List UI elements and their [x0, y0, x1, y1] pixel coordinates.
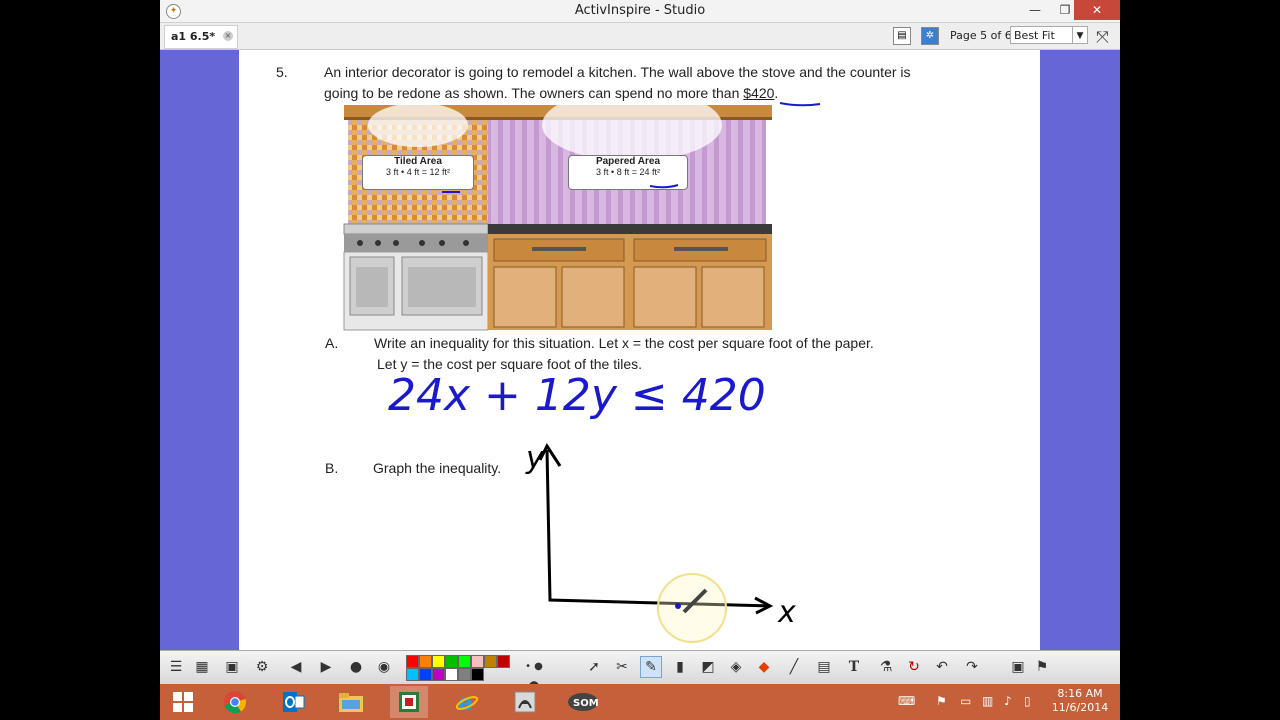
ink-layer: 24x + 12y ≤ 420 y x [388, 102, 821, 643]
ink-y-label: y [525, 441, 545, 476]
ink-underline-420 [779, 102, 821, 107]
internet-explorer-icon[interactable]: e [448, 686, 486, 718]
play-icon[interactable]: ● [346, 657, 366, 677]
file-explorer-icon[interactable] [332, 686, 370, 718]
windows-start-icon[interactable] [164, 686, 202, 718]
color-swatch-gray[interactable] [458, 668, 471, 681]
color-swatch-brown[interactable] [484, 655, 497, 668]
tab-flipchart[interactable]: a1 6.5* × [164, 25, 238, 49]
color-swatch-green[interactable] [445, 655, 458, 668]
os-taskbar: e SOM ⌨ ⚑ ▭ ▥ ♪ ▯ 8:16 AM 11/6/2014 [160, 684, 1120, 720]
color-swatch-blue[interactable] [419, 668, 432, 681]
pin-toolbar-icon[interactable]: ⚑ [1032, 657, 1052, 677]
volume-icon[interactable]: ♪ [1004, 694, 1012, 708]
connector-icon[interactable]: ╱ [784, 657, 804, 677]
color-swatch-lime[interactable] [458, 655, 471, 668]
window-title: ActivInspire - Studio [574, 3, 706, 18]
snowflake-icon[interactable]: ✲ [921, 27, 939, 45]
previous-page-icon[interactable]: ◀ [286, 657, 306, 677]
tools-icon[interactable]: ✂ [612, 657, 632, 677]
storage-icon[interactable]: ▯ [1024, 694, 1031, 708]
web-browser-icon[interactable]: ◉ [374, 657, 394, 677]
toolbox-menu-icon[interactable]: ▣ [1008, 657, 1028, 677]
color-swatch-purple[interactable] [432, 668, 445, 681]
ink-x-label: x [777, 595, 796, 630]
outlook-icon[interactable] [274, 686, 312, 718]
clock-time: 8:16 AM [1057, 687, 1103, 700]
tab-label: a1 6.5* [171, 30, 216, 43]
color-swatch-darkred[interactable] [497, 655, 510, 668]
main-toolbar: ☰ ▦ ▣ ⚙ ◀ ▶ ● ◉ • ● ⬤ ➚ ✂ ✎ ▮ ◩ ◈ ◆ ╱ ▤ … [160, 650, 1120, 692]
color-swatch-orange[interactable] [419, 655, 432, 668]
pen-width-icon[interactable]: • ● ⬤ [524, 657, 544, 692]
desktop-tools-icon[interactable]: ⚙ [252, 657, 272, 677]
clock[interactable]: 8:16 AM 11/6/2014 [1040, 687, 1120, 715]
title-bar: ✦ ActivInspire - Studio — ❐ ✕ [160, 0, 1120, 23]
cursor-highlight [657, 573, 727, 643]
color-swatch-pink[interactable] [471, 655, 484, 668]
color-swatch-cyan[interactable] [406, 668, 419, 681]
ink-axes [545, 449, 771, 608]
select-tool-icon[interactable]: ➚ [584, 657, 604, 677]
left-letterbox [0, 0, 160, 684]
minimize-button[interactable]: — [1020, 0, 1050, 20]
color-swatch-red[interactable] [406, 655, 419, 668]
pen-tool-icon[interactable]: ✎ [640, 656, 662, 678]
reset-page-icon[interactable]: ↻ [904, 657, 924, 677]
zoom-select[interactable]: Best Fit ▼ [1010, 26, 1088, 44]
chevron-down-icon[interactable]: ▼ [1072, 27, 1087, 43]
screencast-icon[interactable]: SOM [564, 686, 602, 718]
desktop-annotate-icon[interactable]: ▣ [222, 657, 242, 677]
main-menu-icon[interactable]: ☰ [166, 657, 186, 677]
right-letterbox [1120, 0, 1280, 684]
next-page-icon[interactable]: ▶ [316, 657, 336, 677]
text-tool-icon[interactable]: T [844, 657, 864, 677]
ink-underline-24 [649, 184, 679, 189]
tab-close-icon[interactable]: × [223, 31, 233, 41]
undo-icon[interactable]: ↶ [932, 657, 952, 677]
clock-date: 11/6/2014 [1051, 701, 1109, 714]
page-indicator: Page 5 of 6 [950, 29, 1012, 42]
flipchart-canvas[interactable]: 5. An interior decorator is going to rem… [160, 50, 1120, 650]
page-browser-icon[interactable]: ▤ [893, 27, 911, 45]
close-button[interactable]: ✕ [1074, 0, 1120, 20]
zoom-value: Best Fit [1014, 29, 1055, 42]
action-center-icon[interactable]: ⚑ [936, 694, 947, 708]
ink-inequality: 24x + 12y ≤ 420 [388, 370, 766, 421]
redo-icon[interactable]: ↷ [962, 657, 982, 677]
tab-bar: a1 6.5* × ▤ ✲ Page 5 of 6 Best Fit ▼ ⤧ [160, 23, 1120, 50]
network-icon[interactable]: ▥ [982, 694, 993, 708]
chrome-icon[interactable] [216, 686, 254, 718]
insert-media-icon[interactable]: ▤ [814, 657, 834, 677]
keyboard-icon[interactable]: ⌨ [898, 694, 915, 708]
pen-dot [675, 603, 681, 609]
activinspire-icon[interactable] [390, 686, 428, 718]
adobe-icon[interactable] [506, 686, 544, 718]
battery-icon[interactable]: ▭ [960, 694, 971, 708]
color-swatch-black[interactable] [471, 668, 484, 681]
fill-icon[interactable]: ◈ [726, 657, 746, 677]
eraser-icon[interactable]: ◩ [698, 657, 718, 677]
color-swatch-yellow[interactable] [432, 655, 445, 668]
highlighter-icon[interactable]: ▮ [670, 657, 690, 677]
color-swatch-white[interactable] [445, 668, 458, 681]
fullscreen-icon[interactable]: ⤧ [1096, 27, 1109, 47]
browsers-icon[interactable]: ▦ [192, 657, 212, 677]
clear-icon[interactable]: ⚗ [876, 657, 896, 677]
svg-text:SOM: SOM [573, 698, 599, 709]
shape-icon[interactable]: ◆ [754, 657, 774, 677]
